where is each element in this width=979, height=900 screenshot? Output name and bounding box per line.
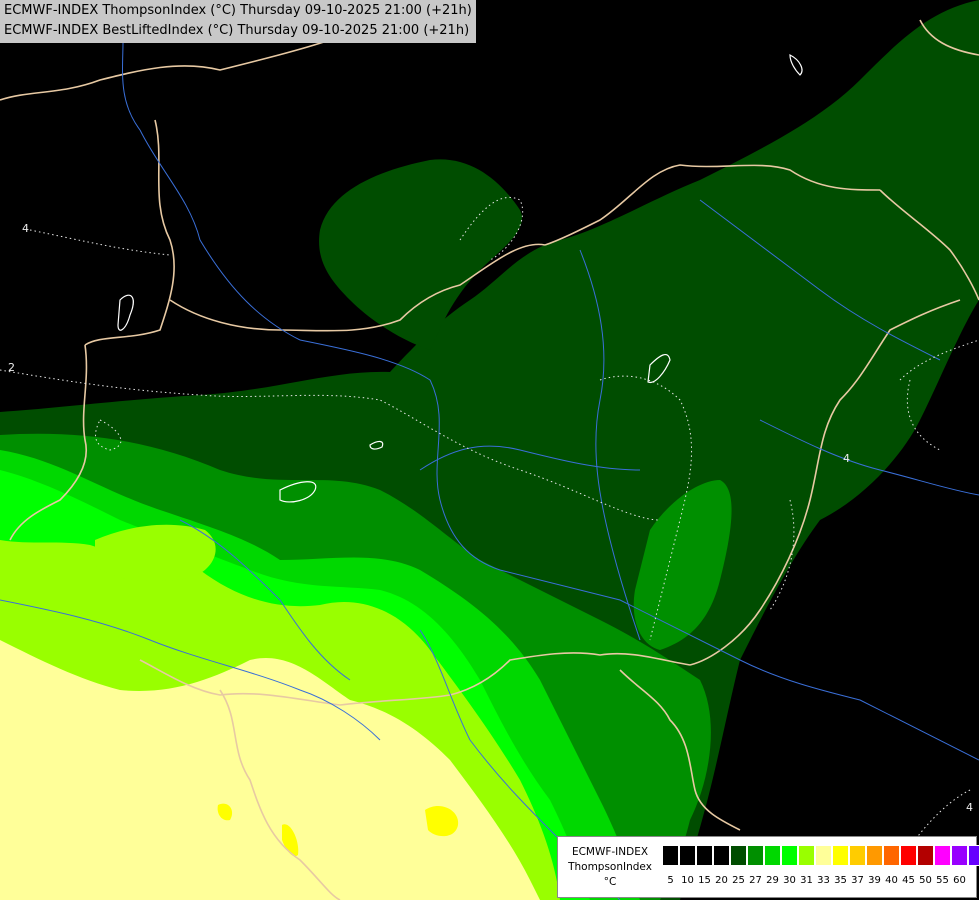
legend-swatch <box>934 845 951 866</box>
legend-swatch <box>832 845 849 866</box>
legend-title-unit: °C <box>603 876 617 888</box>
legend-swatch <box>764 845 781 866</box>
legend-title-parameter: ThompsonIndex <box>568 861 652 873</box>
legend-label: 37 <box>851 875 864 886</box>
legend-label: 5 <box>667 875 674 886</box>
contour-label: 4 <box>843 452 850 465</box>
legend-label: 25 <box>732 875 745 886</box>
legend-label: 40 <box>885 875 898 886</box>
legend-label: 27 <box>749 875 762 886</box>
legend-swatch <box>900 845 917 866</box>
legend-swatch <box>730 845 747 866</box>
legend-swatch <box>815 845 832 866</box>
legend-label: 45 <box>902 875 915 886</box>
legend-label: 33 <box>817 875 830 886</box>
header-title-lifted: ECMWF-INDEX BestLiftedIndex (°C) Thursda… <box>4 23 470 38</box>
legend-swatch <box>747 845 764 866</box>
legend-title-source: ECMWF-INDEX <box>571 846 649 858</box>
legend-title: ECMWF-INDEX ThompsonIndex °C <box>562 845 658 890</box>
legend-label: 10 <box>681 875 694 886</box>
legend-label: 31 <box>800 875 813 886</box>
contour-label: 4 <box>966 801 973 814</box>
legend-swatch <box>662 845 679 866</box>
legend-swatches <box>662 845 979 866</box>
legend-swatch <box>951 845 968 866</box>
map-header: ECMWF-INDEX ThompsonIndex (°C) Thursday … <box>0 0 476 43</box>
legend-swatch <box>798 845 815 866</box>
legend-label: 30 <box>783 875 796 886</box>
legend-label: 20 <box>715 875 728 886</box>
legend-swatch <box>883 845 900 866</box>
legend-swatch <box>781 845 798 866</box>
legend-label: 29 <box>766 875 779 886</box>
legend-swatch <box>968 845 979 866</box>
legend-label: 60 <box>953 875 966 886</box>
contour-label: 4 <box>22 222 29 235</box>
legend-label: 55 <box>936 875 949 886</box>
legend-label: 15 <box>698 875 711 886</box>
legend-label: 39 <box>868 875 881 886</box>
legend-swatch <box>849 845 866 866</box>
legend-swatch <box>696 845 713 866</box>
legend-swatch <box>713 845 730 866</box>
legend-labels: 5 10 15 20 25 27 29 30 31 33 35 37 39 40 45 50 55 60 <box>662 875 979 886</box>
legend-label: 35 <box>834 875 847 886</box>
legend: ECMWF-INDEX ThompsonIndex °C 5 10 15 20 25 27… <box>557 836 979 898</box>
legend-label <box>968 875 979 886</box>
legend-swatch <box>679 845 696 866</box>
legend-swatch <box>866 845 883 866</box>
contour-label: 2 <box>8 361 15 374</box>
legend-swatch <box>917 845 934 866</box>
legend-label: 50 <box>919 875 932 886</box>
weather-map <box>0 0 979 900</box>
header-title-thompson: ECMWF-INDEX ThompsonIndex (°C) Thursday … <box>4 3 472 18</box>
